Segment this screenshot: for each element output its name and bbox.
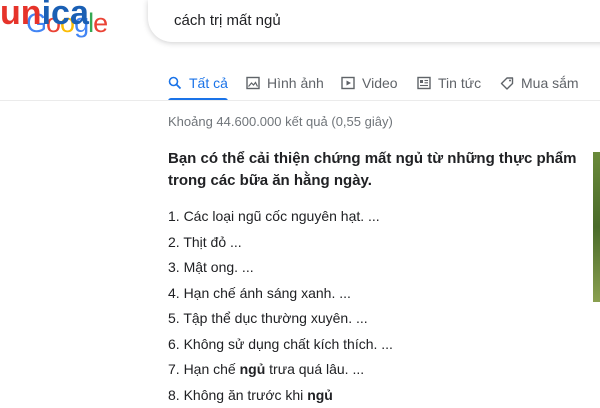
search-tabs: Tất cả Hình ảnh Video Tin tức Mua sắm [168, 68, 600, 100]
list-item: 5. Tập thể dục thường xuyên. ... [168, 306, 578, 332]
snippet-heading: Bạn có thể cải thiện chứng mất ngủ từ nh… [168, 148, 578, 192]
unica-watermark: unica [0, 0, 89, 33]
list-item: 8. Không ăn trước khi ngủ [168, 383, 578, 408]
featured-snippet: Bạn có thể cải thiện chứng mất ngủ từ nh… [168, 148, 578, 408]
watermark-letter: u [0, 0, 21, 33]
list-item: 1. Các loại ngũ cốc nguyên hạt. ... [168, 204, 578, 230]
item-text: 7. Hạn chế [168, 361, 240, 377]
video-icon [341, 76, 355, 90]
tab-label: Tất cả [189, 75, 228, 91]
tab-label: Mua sắm [521, 75, 579, 91]
image-icon [246, 76, 260, 90]
list-item: 2. Thịt đỏ ... [168, 230, 578, 256]
tab-videos[interactable]: Video [341, 68, 398, 98]
tab-images[interactable]: Hình ảnh [246, 68, 324, 98]
search-input[interactable]: cách trị mất ngủ [174, 12, 281, 29]
watermark-letter: n [21, 0, 42, 33]
search-icon [168, 76, 182, 90]
google-logo[interactable]: Google unica [0, 0, 120, 44]
tab-shopping[interactable]: Mua sắm [500, 68, 579, 98]
tab-label: Video [362, 75, 398, 91]
item-text: trưa quá lâu. ... [265, 361, 364, 377]
tag-icon [500, 76, 514, 90]
list-item: 4. Hạn chế ánh sáng xanh. ... [168, 281, 578, 307]
watermark-letter: a [70, 0, 89, 33]
tab-label: Hình ảnh [267, 75, 324, 91]
list-item: 7. Hạn chế ngủ trưa quá lâu. ... [168, 357, 578, 383]
list-item: 3. Mật ong. ... [168, 255, 578, 281]
list-item: 6. Không sử dụng chất kích thích. ... [168, 332, 578, 358]
result-stats: Khoảng 44.600.000 kết quả (0,55 giây) [168, 114, 393, 129]
highlighted-keyword: ngủ [307, 387, 333, 403]
news-icon [417, 76, 431, 90]
search-box[interactable]: cách trị mất ngủ [148, 0, 600, 42]
snippet-list: 1. Các loại ngũ cốc nguyên hạt. ... 2. T… [168, 204, 578, 408]
tabs-divider [0, 100, 600, 101]
tab-all[interactable]: Tất cả [168, 68, 228, 98]
tab-news[interactable]: Tin tức [417, 68, 481, 98]
item-text: 8. Không ăn trước khi [168, 387, 307, 403]
watermark-letter: i [42, 0, 51, 33]
snippet-thumbnail[interactable] [593, 152, 600, 302]
tab-label: Tin tức [438, 75, 481, 91]
watermark-letter: c [51, 0, 70, 33]
highlighted-keyword: ngủ [240, 361, 266, 377]
logo-letter: e [93, 8, 107, 38]
